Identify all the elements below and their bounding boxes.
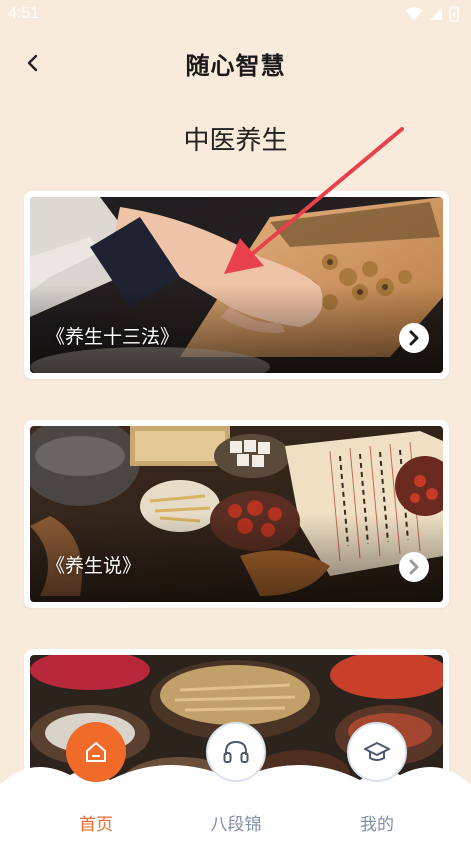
tab-home[interactable]: [66, 722, 126, 782]
status-bar: 4:51: [0, 0, 471, 28]
status-icons: [405, 6, 459, 22]
tab-baduanjin[interactable]: [206, 722, 266, 782]
tab-baduanjin-label[interactable]: 八段锦: [191, 810, 281, 835]
graduation-cap-icon: [364, 742, 390, 761]
card-image-frame: 《养生说》: [30, 426, 443, 602]
card-label: 《养生说》: [46, 555, 142, 577]
card-go-button[interactable]: [399, 323, 429, 353]
card-image-frame: 《养生十三法》: [30, 197, 443, 373]
status-time: 4:51: [8, 5, 40, 22]
home-icon: [86, 742, 106, 762]
tab-me[interactable]: [347, 722, 407, 782]
section-title: 中医养生: [183, 126, 288, 156]
wifi-icon: [405, 7, 423, 20]
card-label: 《养生十三法》: [46, 326, 180, 348]
card-yangsheng-13[interactable]: 《养生十三法》: [24, 191, 449, 379]
chevron-left-icon: [27, 54, 38, 72]
tab-me-label[interactable]: 我的: [332, 810, 422, 835]
headphones-icon: [223, 740, 249, 763]
bottom-tab-bar: 首页 八段锦 我的: [0, 722, 471, 843]
signal-icon: [430, 8, 442, 20]
header: 随心智慧: [0, 38, 471, 88]
back-button[interactable]: [18, 48, 48, 78]
chevron-right-icon: [409, 559, 419, 575]
card-go-button[interactable]: [399, 552, 429, 582]
battery-icon: [449, 6, 459, 22]
card-yangsheng-shuo[interactable]: 《养生说》: [24, 420, 449, 608]
page-title: 随心智慧: [185, 51, 286, 80]
chevron-right-icon: [409, 330, 419, 346]
tab-home-label[interactable]: 首页: [51, 810, 141, 835]
